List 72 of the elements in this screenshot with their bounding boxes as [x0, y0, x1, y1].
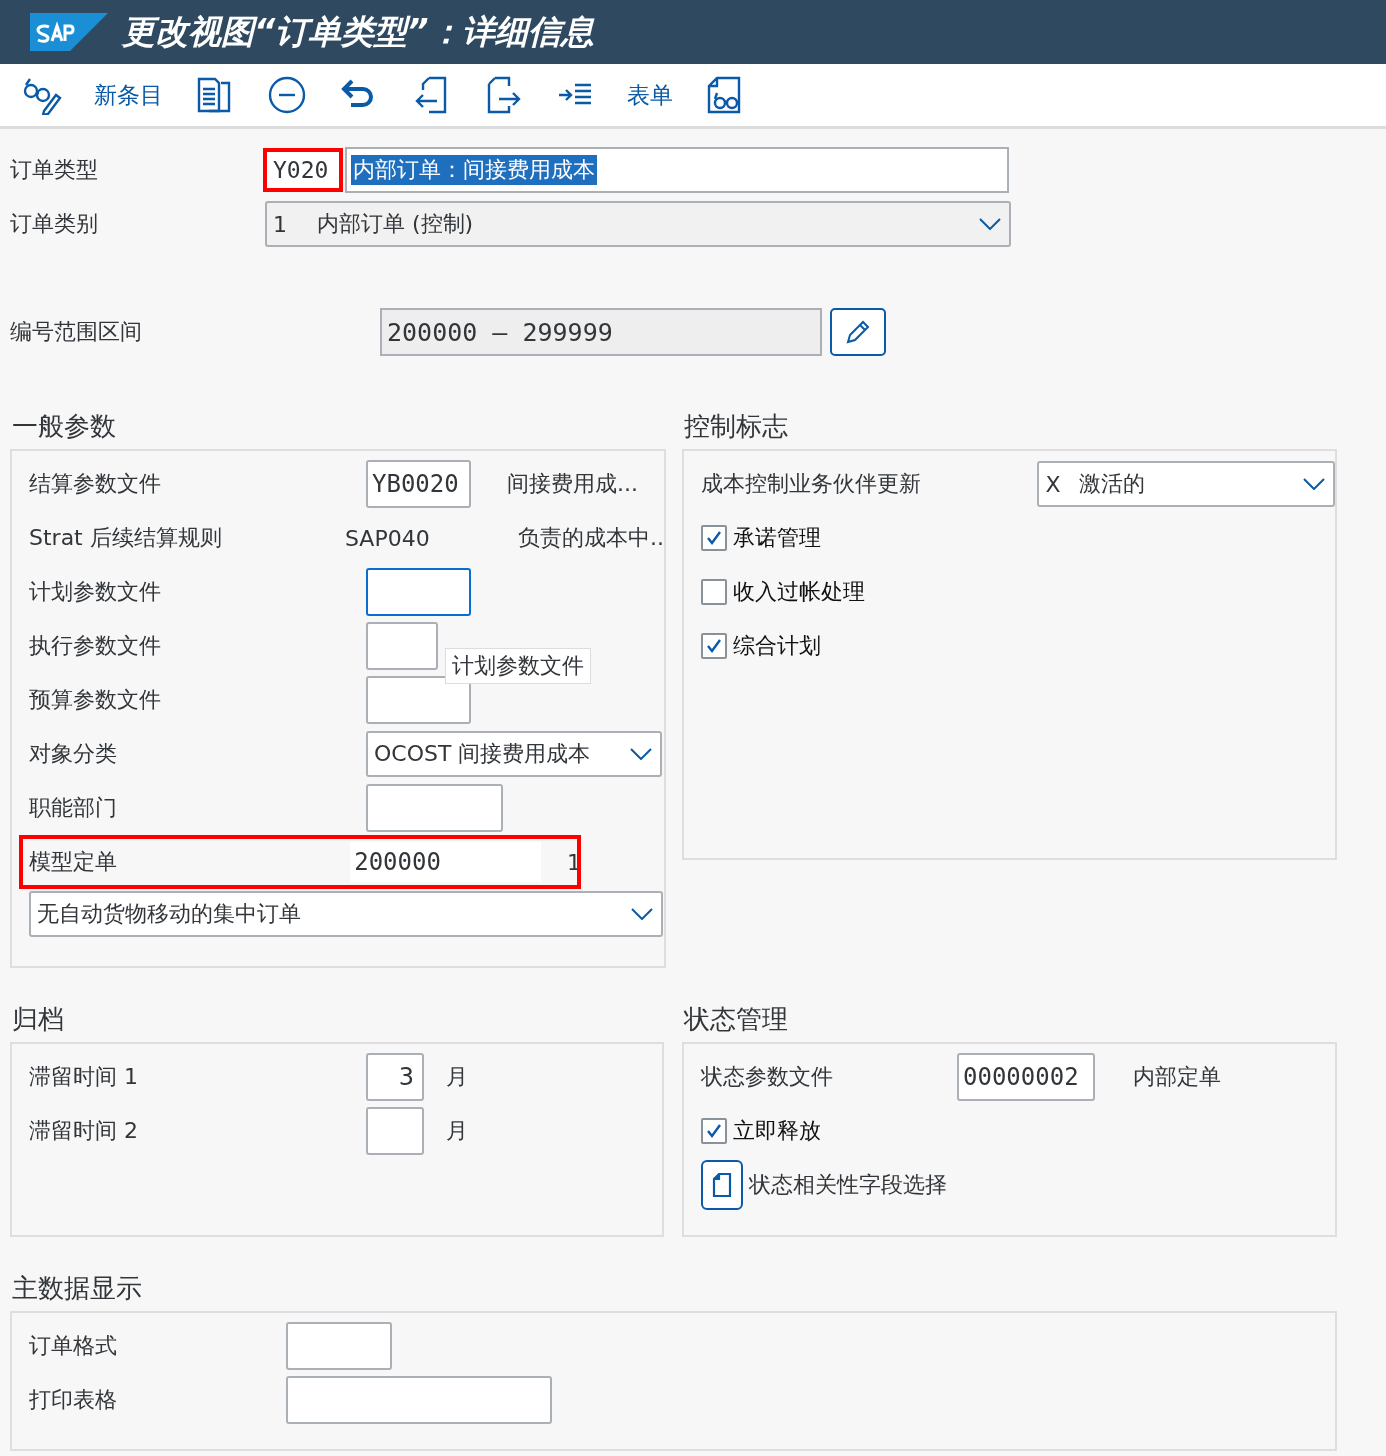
- checkbox-label: 立即释放: [733, 1117, 821, 1145]
- group-title: 一般参数: [12, 410, 117, 443]
- edit-button[interactable]: [830, 308, 886, 356]
- object-class-dropdown[interactable]: OCOST 间接费用成本: [366, 731, 662, 777]
- check-icon: [705, 1122, 723, 1140]
- checkbox[interactable]: [701, 633, 727, 659]
- check-icon: [705, 529, 723, 547]
- input-field[interactable]: [366, 676, 471, 724]
- group-title: 状态管理: [684, 1003, 789, 1036]
- field-label: 编号范围区间: [10, 318, 143, 346]
- field-label: 订单类别: [10, 210, 99, 238]
- toolbar-button[interactable]: 表单: [627, 79, 673, 111]
- document-icon: [712, 1172, 732, 1198]
- description-field[interactable]: 内部订单：间接费用成本: [345, 147, 1009, 193]
- window-title: 更改视图“订单类型”：详细信息: [122, 10, 594, 53]
- input-field[interactable]: [286, 1322, 392, 1370]
- field-label: 订单格式: [29, 1332, 118, 1360]
- field-label: 滞留时间 2: [29, 1117, 139, 1145]
- input-field[interactable]: [366, 1107, 424, 1155]
- unit-text: 月: [446, 1117, 468, 1145]
- partner-update-dropdown[interactable]: X 激活的: [1037, 461, 1335, 507]
- checkbox-label: 收入过帐处理: [733, 578, 865, 606]
- description-text: 内部定单: [1133, 1063, 1221, 1091]
- input-field[interactable]: [366, 622, 438, 670]
- input-field[interactable]: [286, 1376, 552, 1424]
- unit-text: 月: [446, 1063, 468, 1091]
- minus-circle-icon[interactable]: [267, 75, 307, 115]
- chevron-down-icon: [1303, 478, 1325, 490]
- chevron-down-icon: [631, 908, 653, 920]
- input-field[interactable]: [366, 568, 471, 616]
- field-label: 对象分类: [29, 740, 118, 768]
- logo-icon: [30, 13, 108, 51]
- button-label: 状态相关性字段选择: [749, 1171, 947, 1199]
- field-label: 结算参数文件: [29, 470, 162, 498]
- input-field[interactable]: 200000: [350, 842, 541, 882]
- checkbox-label: 综合计划: [733, 632, 821, 660]
- input-field[interactable]: 00000002: [957, 1053, 1095, 1101]
- order-type-field[interactable]: Y020: [263, 148, 343, 192]
- order-category-dropdown[interactable]: 1 内部订单 (控制): [265, 201, 1011, 247]
- description-text: 负责的成本中..: [518, 524, 664, 552]
- number-range-field: 200000 – 299999: [380, 308, 822, 356]
- checkbox-label: 承诺管理: [733, 524, 821, 552]
- input-field[interactable]: 3: [366, 1053, 424, 1101]
- field-label: 模型定单: [29, 848, 118, 876]
- check-icon: [705, 637, 723, 655]
- order-type-dropdown[interactable]: 无自动货物移动的集中订单: [29, 891, 663, 937]
- group-title: 控制标志: [684, 410, 789, 443]
- field-label: 滞留时间 1: [29, 1063, 139, 1091]
- field-label: 打印表格: [29, 1386, 118, 1414]
- group-title: 归档: [12, 1003, 65, 1036]
- checkbox[interactable]: [701, 579, 727, 605]
- pencil-icon: [845, 319, 871, 345]
- field-label: 职能部门: [29, 794, 118, 822]
- field-label: 状态参数文件: [701, 1063, 834, 1091]
- input-field[interactable]: [366, 784, 503, 832]
- chevron-down-icon: [979, 218, 1001, 230]
- checkbox[interactable]: [701, 525, 727, 551]
- field-label: 计划参数文件: [29, 578, 162, 606]
- document-button[interactable]: [701, 1160, 743, 1210]
- group-title: 主数据显示: [12, 1272, 143, 1305]
- toolbar-button[interactable]: 新条目: [94, 79, 163, 111]
- description-text: 间接费用成...: [507, 470, 638, 498]
- field-label: 订单类型: [10, 156, 99, 184]
- chevron-down-icon: [630, 748, 652, 760]
- checkbox[interactable]: [701, 1118, 727, 1144]
- field-label: 预算参数文件: [29, 686, 162, 714]
- field-label: 执行参数文件: [29, 632, 162, 660]
- field-label: 成本控制业务伙伴更新: [701, 470, 922, 498]
- tooltip: 计划参数文件: [445, 648, 591, 684]
- field-label: Strat 后续结算规则: [29, 524, 223, 552]
- input-field[interactable]: YB0020: [366, 460, 471, 508]
- value-text: SAP040: [345, 525, 431, 551]
